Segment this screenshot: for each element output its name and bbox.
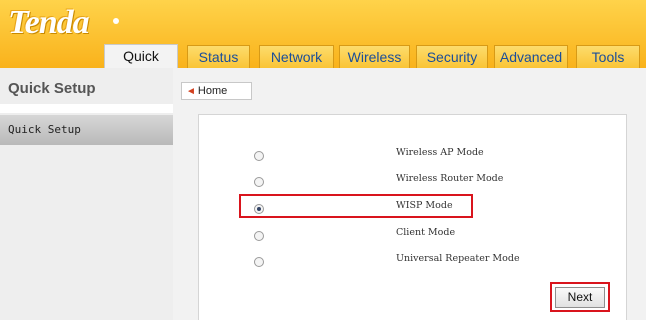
home-arrow-icon: ◄ [186, 86, 196, 97]
radio-wireless-ap-mode[interactable] [254, 151, 264, 161]
wisp-mode-highlight [239, 194, 473, 218]
tab-wireless[interactable]: Wireless [339, 45, 410, 68]
radio-universal-repeater-mode[interactable] [254, 257, 264, 267]
tab-network[interactable]: Network [259, 45, 334, 68]
tenda-logo: Tenda [8, 4, 90, 41]
radio-wireless-router-mode[interactable] [254, 177, 264, 187]
logo-dot-icon [113, 18, 119, 24]
tab-status[interactable]: Status [187, 45, 250, 68]
sidebar-item-quick-setup[interactable]: Quick Setup [0, 115, 173, 145]
tab-security[interactable]: Security [416, 45, 488, 68]
sidebar-title: Quick Setup [8, 80, 96, 97]
tab-quick-setup[interactable]: Quick Setup [104, 44, 178, 86]
tab-tools[interactable]: Tools [576, 45, 640, 68]
label-universal-repeater-mode: Universal Repeater Mode [396, 253, 520, 264]
tab-advanced[interactable]: Advanced [494, 45, 568, 68]
next-button[interactable]: Next [555, 287, 605, 308]
sidebar-divider [0, 104, 173, 113]
home-label: Home [197, 85, 228, 97]
label-client-mode: Client Mode [396, 227, 456, 238]
label-wireless-router-mode: Wireless Router Mode [396, 173, 504, 184]
radio-client-mode[interactable] [254, 231, 264, 241]
home-button[interactable]: ◄ Home [181, 82, 252, 100]
label-wireless-ap-mode: Wireless AP Mode [396, 147, 484, 158]
